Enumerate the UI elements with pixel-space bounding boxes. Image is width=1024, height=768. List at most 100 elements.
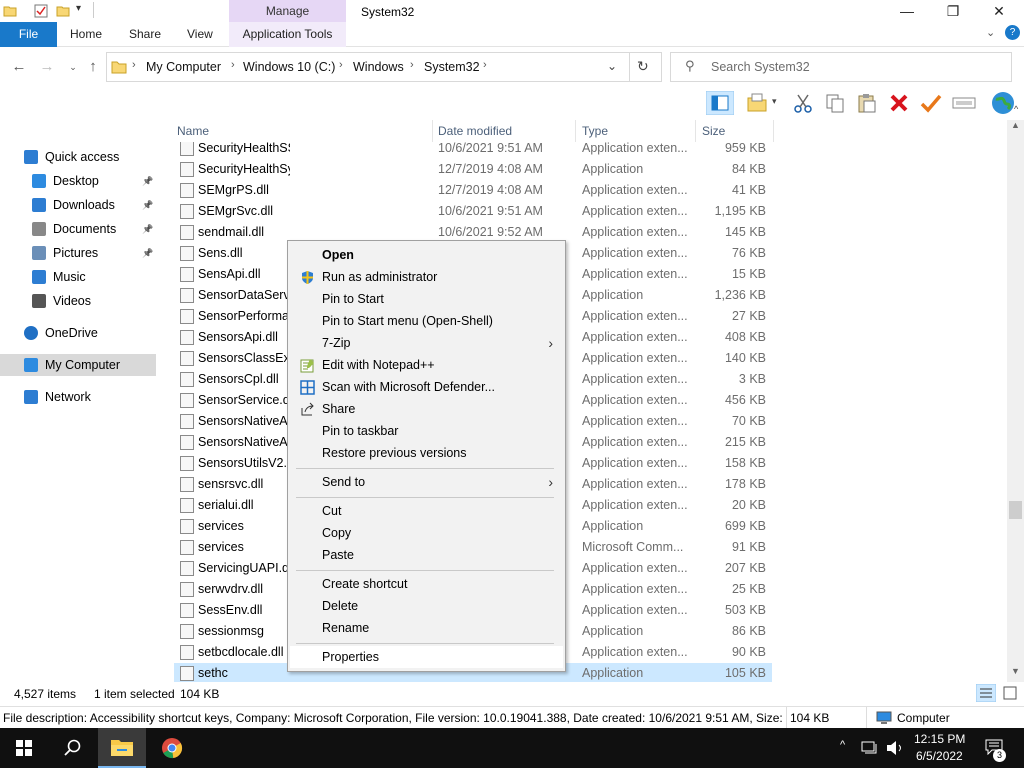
forward-button[interactable]: →	[38, 56, 56, 78]
table-row[interactable]: SEMgrSvc.dll 10/6/2021 9:51 AM Application…	[174, 201, 772, 222]
menu-item-create-shortcut[interactable]: Create shortcut	[290, 573, 563, 595]
column-divider[interactable]	[575, 120, 576, 142]
table-row[interactable]: SecurityHealthSSO.dll 10/6/2021 9:51 AM Ap…	[174, 142, 772, 159]
breadcrumb-system32[interactable]: System32	[424, 60, 480, 74]
menu-item-send-to[interactable]: Send to ›	[290, 471, 563, 493]
new-folder-icon[interactable]	[56, 4, 70, 18]
menu-item-edit-notepadpp[interactable]: Edit with Notepad++	[290, 354, 563, 376]
customize-qat-icon[interactable]: ▾	[76, 3, 81, 14]
file-type: Application exten...	[582, 309, 688, 323]
menu-item-restore-previous-versions[interactable]: Restore previous versions	[290, 442, 563, 464]
menu-item-run-as-administrator[interactable]: Run as administrator	[290, 266, 563, 288]
menu-item-cut[interactable]: Cut	[290, 500, 563, 522]
taskbar-chrome[interactable]	[148, 728, 196, 768]
menu-item-rename[interactable]: Rename	[290, 617, 563, 639]
sidebar-item-documents[interactable]: Documents 📌	[0, 218, 156, 240]
checkmark-icon[interactable]	[920, 92, 942, 114]
column-divider[interactable]	[432, 120, 433, 142]
sidebar-item-label: Documents	[53, 222, 117, 236]
properties-icon[interactable]	[34, 4, 48, 18]
paste-icon[interactable]	[856, 92, 878, 114]
volume-icon[interactable]	[886, 740, 904, 756]
file-icon	[180, 246, 194, 261]
details-view-icon[interactable]	[976, 684, 996, 702]
sidebar-item-onedrive[interactable]: OneDrive	[0, 322, 156, 344]
file-name: SessEnv.dll	[198, 603, 263, 617]
tab-view[interactable]: View	[187, 22, 213, 47]
globe-icon[interactable]	[990, 90, 1016, 116]
table-row[interactable]: SecurityHealthSystray 12/7/2019 4:08 AM Ap…	[174, 159, 772, 180]
menu-item-pin-to-start-menu[interactable]: Pin to Start menu (Open-Shell)	[290, 310, 563, 332]
maximize-button[interactable]: ❐	[930, 0, 976, 22]
taskbar-file-explorer[interactable]	[98, 728, 146, 768]
folder-icon[interactable]	[3, 4, 17, 18]
menu-item-pin-to-taskbar[interactable]: Pin to taskbar	[290, 420, 563, 442]
minimize-button[interactable]: —	[884, 0, 930, 22]
sidebar-item-downloads[interactable]: Downloads 📌	[0, 194, 156, 216]
delete-icon[interactable]	[888, 92, 910, 114]
scrollbar-thumb[interactable]	[1009, 501, 1022, 519]
search-box[interactable]: ⚲ Search System32	[670, 52, 1012, 82]
tab-file[interactable]: File	[0, 22, 57, 47]
refresh-icon[interactable]: ↻	[637, 58, 649, 75]
cut-icon[interactable]	[792, 92, 814, 114]
sidebar-item-network[interactable]: Network	[0, 386, 156, 408]
clock-date[interactable]: 6/5/2022	[916, 749, 963, 763]
menu-item-delete[interactable]: Delete	[290, 595, 563, 617]
clock-time[interactable]: 12:15 PM	[914, 732, 965, 746]
menu-item-paste[interactable]: Paste	[290, 544, 563, 566]
tab-share[interactable]: Share	[129, 22, 161, 47]
menu-item-scan-defender[interactable]: Scan with Microsoft Defender...	[290, 376, 563, 398]
tab-application-tools[interactable]: Application Tools	[229, 22, 346, 47]
sidebar-item-my-computer[interactable]: My Computer	[0, 354, 156, 376]
menu-item-7zip[interactable]: 7-Zip ›	[290, 332, 563, 354]
column-divider[interactable]	[773, 120, 774, 142]
start-button[interactable]	[0, 728, 48, 768]
table-row[interactable]: SEMgrPS.dll 12/7/2019 4:08 AM Application …	[174, 180, 772, 201]
scroll-up-icon[interactable]: ▲	[1011, 120, 1020, 130]
up-button[interactable]: ↑	[84, 56, 102, 78]
breadcrumb-my-computer[interactable]: My Computer	[146, 60, 221, 74]
address-dropdown-icon[interactable]: ⌄	[607, 59, 617, 73]
large-icons-view-icon[interactable]	[1002, 685, 1018, 701]
new-folder-icon[interactable]	[746, 92, 768, 114]
tab-manage[interactable]: Manage	[229, 0, 346, 22]
menu-item-properties[interactable]: Properties	[290, 646, 563, 668]
column-size[interactable]: Size	[702, 124, 725, 138]
help-button[interactable]: ?	[1005, 25, 1020, 40]
search-button[interactable]	[48, 728, 96, 768]
dropdown-arrow-icon[interactable]: ▾	[772, 96, 777, 107]
menu-item-share[interactable]: Share	[290, 398, 563, 420]
column-date-modified[interactable]: Date modified	[438, 124, 512, 138]
rename-icon[interactable]	[952, 92, 976, 114]
column-type[interactable]: Type	[582, 124, 608, 138]
view-pane-icon[interactable]	[706, 91, 734, 115]
vertical-scrollbar[interactable]: ▲ ▼	[1007, 120, 1024, 682]
expand-ribbon-icon[interactable]: ⌄	[986, 26, 995, 39]
sidebar-item-music[interactable]: Music	[0, 266, 156, 288]
address-bar[interactable]: › My Computer › Windows 10 (C:) › Window…	[106, 52, 662, 82]
breadcrumb-drive[interactable]: Windows 10 (C:)	[243, 60, 335, 74]
menu-item-pin-to-start[interactable]: Pin to Start	[290, 288, 563, 310]
recent-locations-button[interactable]: ⌄	[64, 56, 82, 78]
sidebar-item-videos[interactable]: Videos	[0, 290, 156, 312]
sidebar-item-quick-access[interactable]: Quick access	[0, 146, 156, 168]
network-icon[interactable]	[861, 740, 879, 756]
sidebar-item-pictures[interactable]: Pictures 📌	[0, 242, 156, 264]
copy-icon[interactable]	[824, 92, 846, 114]
menu-item-open[interactable]: Open	[290, 244, 563, 266]
divider	[866, 707, 867, 729]
scroll-down-icon[interactable]: ▼	[1011, 666, 1020, 676]
breadcrumb-windows[interactable]: Windows	[353, 60, 404, 74]
column-name[interactable]: Name	[177, 124, 209, 138]
tray-overflow-icon[interactable]: ^	[840, 739, 845, 751]
back-button[interactable]: ←	[10, 56, 28, 78]
tab-home[interactable]: Home	[70, 22, 102, 47]
close-button[interactable]: ✕	[976, 0, 1022, 22]
sidebar-item-desktop[interactable]: Desktop 📌	[0, 170, 156, 192]
chevron-up-icon[interactable]: ^	[1014, 104, 1018, 114]
menu-item-copy[interactable]: Copy	[290, 522, 563, 544]
column-divider[interactable]	[695, 120, 696, 142]
search-input[interactable]: Search System32	[711, 60, 810, 74]
file-name: sendmail.dll	[198, 225, 265, 239]
